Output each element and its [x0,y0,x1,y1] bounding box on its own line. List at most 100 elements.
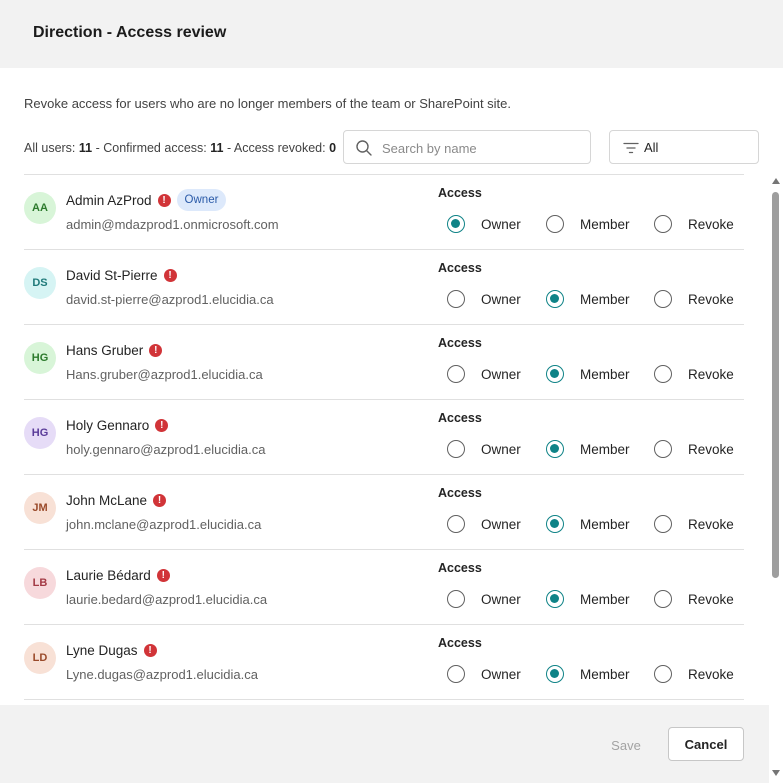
scroll-down-icon[interactable] [772,770,780,776]
radio-revoke[interactable] [654,290,672,308]
radio-revoke[interactable] [654,365,672,383]
warning-icon: ! [143,643,157,657]
option-label: Revoke [688,441,734,457]
user-name: Holy Gennaro [66,417,150,433]
radio-member[interactable] [546,665,564,683]
avatar: LB [24,567,56,599]
avatar: JM [24,492,56,524]
user-name: John McLane [66,492,148,508]
dialog-title: Direction - Access review [33,24,227,41]
search-box[interactable] [343,130,591,164]
access-option-revoke[interactable]: Revoke [654,438,734,460]
dialog-header: Direction - Access review [0,0,783,68]
search-input[interactable] [382,138,582,158]
radio-member[interactable] [546,290,564,308]
access-option-owner[interactable]: Owner [447,513,521,535]
access-option-revoke[interactable]: Revoke [654,213,734,235]
access-option-member[interactable]: Member [546,513,630,535]
option-label: Member [580,516,630,532]
access-option-owner[interactable]: Owner [447,288,521,310]
save-button[interactable]: Save [598,730,654,760]
access-option-member[interactable]: Member [546,288,630,310]
option-label: Revoke [688,291,734,307]
option-label: Member [580,591,630,607]
scroll-up-icon[interactable] [772,178,780,184]
radio-revoke[interactable] [654,590,672,608]
radio-revoke[interactable] [654,665,672,683]
avatar: AA [24,192,56,224]
radio-member[interactable] [546,590,564,608]
user-row: HG Holy Gennaro! holy.gennaro@azprod1.eluc… [24,400,744,475]
option-label: Owner [481,441,521,457]
radio-owner[interactable] [447,665,465,683]
warning-icon: ! [157,193,171,207]
access-label: Access [438,486,482,500]
user-row: HG Hans Gruber! Hans.gruber@azprod1.elucid… [24,325,744,400]
access-option-revoke[interactable]: Revoke [654,363,734,385]
radio-member[interactable] [546,440,564,458]
avatar: HG [24,342,56,374]
revoked-count: 0 [329,141,337,155]
option-label: Revoke [688,591,734,607]
radio-revoke[interactable] [654,515,672,533]
option-label: Owner [481,591,521,607]
radio-revoke[interactable] [654,215,672,233]
user-email: holy.gennaro@azprod1.elucidia.ca [66,442,266,457]
radio-member[interactable] [546,515,564,533]
radio-owner[interactable] [447,590,465,608]
revoked-label: - Access revoked: [226,141,326,155]
access-option-revoke[interactable]: Revoke [654,288,734,310]
access-option-member[interactable]: Member [546,363,630,385]
access-option-owner[interactable]: Owner [447,438,521,460]
user-row: AA Admin AzProd! Owner admin@mdazprod1.onmi… [24,175,744,250]
user-name: Admin AzProd [66,192,152,208]
radio-owner[interactable] [447,215,465,233]
access-option-owner[interactable]: Owner [447,213,521,235]
confirmed-count: 11 [210,141,224,155]
user-name: Laurie Bédard [66,567,151,583]
access-option-revoke[interactable]: Revoke [654,513,734,535]
access-option-member[interactable]: Member [546,213,630,235]
option-label: Revoke [688,666,734,682]
dialog-description: Revoke access for users who are no longe… [24,96,512,111]
access-label: Access [438,411,482,425]
user-list: AA Admin AzProd! Owner admin@mdazprod1.onmi… [24,174,744,705]
access-option-owner[interactable]: Owner [447,663,521,685]
scrollbar[interactable] [769,174,783,783]
option-label: Member [580,291,630,307]
option-label: Owner [481,366,521,382]
user-email: laurie.bedard@azprod1.elucidia.ca [66,592,268,607]
radio-owner[interactable] [447,365,465,383]
user-name-line: Holy Gennaro! [66,414,169,436]
avatar: LD [24,642,56,674]
access-option-revoke[interactable]: Revoke [654,588,734,610]
user-email: Hans.gruber@azprod1.elucidia.ca [66,367,263,382]
radio-member[interactable] [546,215,564,233]
radio-revoke[interactable] [654,440,672,458]
scroll-thumb[interactable] [772,192,779,578]
warning-icon: ! [156,568,170,582]
option-label: Owner [481,216,521,232]
radio-member[interactable] [546,365,564,383]
avatar: HG [24,417,56,449]
radio-owner[interactable] [447,290,465,308]
option-label: Member [580,441,630,457]
radio-owner[interactable] [447,440,465,458]
user-row: LB Laurie Bédard! laurie.bedard@azprod1.el… [24,550,744,625]
access-option-revoke[interactable]: Revoke [654,663,734,685]
cancel-button[interactable]: Cancel [668,727,744,761]
search-icon [356,140,372,156]
access-option-member[interactable]: Member [546,588,630,610]
filter-dropdown[interactable]: All [609,130,759,164]
access-option-owner[interactable]: Owner [447,588,521,610]
all-users-count: 11 [78,141,93,155]
access-label: Access [438,186,482,200]
access-option-member[interactable]: Member [546,438,630,460]
user-row: LD Lyne Dugas! Lyne.dugas@azprod1.elucidia… [24,625,744,700]
option-label: Revoke [688,516,734,532]
warning-icon: ! [163,268,177,282]
access-option-member[interactable]: Member [546,663,630,685]
radio-owner[interactable] [447,515,465,533]
option-label: Owner [481,291,521,307]
access-option-owner[interactable]: Owner [447,363,521,385]
